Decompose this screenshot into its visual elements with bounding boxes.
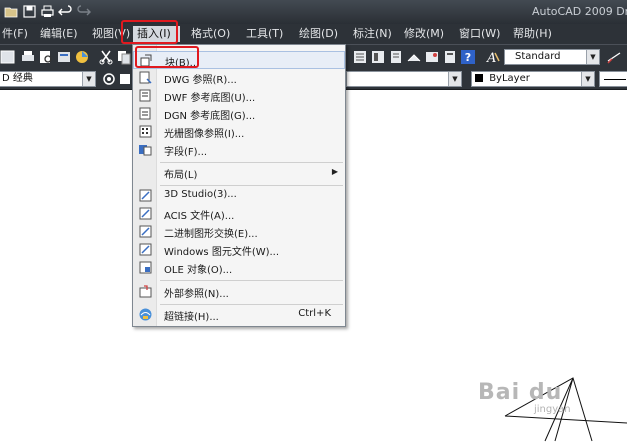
layer-select[interactable]: ▼ bbox=[346, 71, 462, 87]
sheet-set-icon[interactable] bbox=[406, 49, 422, 65]
dim-style-icon[interactable] bbox=[606, 49, 622, 65]
print-icon[interactable] bbox=[20, 49, 36, 65]
chevron-down-icon: ▼ bbox=[82, 72, 95, 86]
menu-draw[interactable]: 绘图(D) bbox=[295, 26, 342, 42]
menu-separator bbox=[160, 162, 343, 163]
svg-text:?: ? bbox=[465, 51, 471, 64]
publish-icon[interactable] bbox=[56, 49, 72, 65]
3dstudio-icon bbox=[138, 188, 153, 203]
menu-separator bbox=[160, 185, 343, 186]
submenu-arrow-icon: ▶ bbox=[331, 167, 338, 176]
menu-bar: 件(F) 编辑(E) 视图(V) 插入(I) 格式(O) 工具(T) 绘图(D)… bbox=[0, 24, 627, 44]
tool-palettes-icon[interactable] bbox=[388, 49, 404, 65]
print-icon[interactable] bbox=[40, 4, 55, 19]
menu-item-acis[interactable]: ACIS 文件(A)... bbox=[133, 205, 345, 223]
workspace-settings-icon[interactable] bbox=[101, 71, 117, 87]
save-icon[interactable] bbox=[0, 49, 16, 65]
dwg-ref-icon bbox=[138, 70, 153, 85]
color-select[interactable]: ByLayer ▼ bbox=[471, 71, 595, 87]
chevron-down-icon: ▼ bbox=[448, 72, 461, 86]
autocad-window: AutoCAD 2009 Draw 件(F) 编辑(E) 视图(V) 插入(I)… bbox=[0, 0, 627, 442]
color-swatch bbox=[475, 74, 483, 82]
help-icon[interactable]: ? bbox=[460, 49, 476, 65]
menu-file[interactable]: 件(F) bbox=[0, 26, 32, 42]
menu-item-field[interactable]: 字段(F)... bbox=[133, 141, 345, 159]
highlight-block-item bbox=[135, 46, 199, 68]
undo-icon[interactable] bbox=[58, 4, 73, 19]
text-style-select[interactable]: Standard ▼ bbox=[504, 49, 600, 65]
xref-icon bbox=[138, 284, 153, 299]
workspace-select[interactable]: D 经典 ▼ bbox=[0, 71, 96, 87]
watermark-sub: jingyan bbox=[534, 404, 571, 415]
menu-item-wmf[interactable]: Windows 图元文件(W)... bbox=[133, 241, 345, 259]
calculator-icon[interactable] bbox=[442, 49, 458, 65]
menu-item-xref[interactable]: 外部参照(N)... bbox=[133, 283, 345, 301]
chevron-down-icon: ▼ bbox=[586, 50, 599, 64]
raster-image-icon bbox=[138, 124, 153, 139]
menu-item-dwg-ref[interactable]: DWG 参照(R)... bbox=[133, 69, 345, 87]
menu-dimension[interactable]: 标注(N) bbox=[349, 26, 396, 42]
menu-format[interactable]: 格式(O) bbox=[187, 26, 234, 42]
menu-item-dxb[interactable]: 二进制图形交换(E)... bbox=[133, 223, 345, 241]
menu-separator bbox=[160, 304, 343, 305]
menu-modify[interactable]: 修改(M) bbox=[400, 26, 448, 42]
window-title: AutoCAD 2009 Draw bbox=[532, 5, 627, 18]
text-style-icon[interactable]: A bbox=[485, 49, 501, 65]
dgn-underlay-icon bbox=[138, 106, 153, 121]
3d-dwf-icon[interactable] bbox=[74, 49, 90, 65]
redo-icon[interactable] bbox=[76, 4, 91, 19]
plot-preview-icon[interactable] bbox=[38, 49, 54, 65]
acis-icon bbox=[138, 206, 153, 221]
menu-window[interactable]: 窗口(W) bbox=[455, 26, 504, 42]
field-icon bbox=[138, 142, 153, 157]
watermark-logo: Bai du bbox=[478, 380, 563, 405]
chevron-down-icon: ▼ bbox=[581, 72, 594, 86]
design-center-icon[interactable] bbox=[370, 49, 386, 65]
highlight-insert-menu bbox=[121, 20, 178, 44]
copy-icon[interactable] bbox=[116, 49, 132, 65]
save-icon[interactable] bbox=[22, 4, 37, 19]
menu-item-dgn-underlay[interactable]: DGN 参考底图(G)... bbox=[133, 105, 345, 123]
linetype-select[interactable] bbox=[599, 71, 627, 87]
menu-help[interactable]: 帮助(H) bbox=[509, 26, 556, 42]
markup-icon[interactable] bbox=[424, 49, 440, 65]
menu-item-hyperlink[interactable]: 超链接(H)... Ctrl+K bbox=[133, 306, 345, 324]
hyperlink-icon bbox=[138, 307, 153, 322]
properties-icon[interactable] bbox=[352, 49, 368, 65]
menu-item-layout[interactable]: 布局(L) ▶ bbox=[133, 164, 345, 182]
menu-item-3dstudio[interactable]: 3D Studio(3)... bbox=[133, 187, 345, 205]
menu-edit[interactable]: 编辑(E) bbox=[36, 26, 82, 42]
dxb-icon bbox=[138, 224, 153, 239]
dwf-underlay-icon bbox=[138, 88, 153, 103]
linetype-preview bbox=[604, 79, 626, 80]
title-bar: AutoCAD 2009 Draw bbox=[0, 0, 627, 24]
cut-icon[interactable] bbox=[98, 49, 114, 65]
menu-separator bbox=[160, 280, 343, 281]
ole-icon bbox=[138, 260, 153, 275]
insert-menu: 块(B)... DWG 参照(R)... DWF 参考底图(U)... DGN … bbox=[132, 44, 346, 327]
menu-item-dwf-underlay[interactable]: DWF 参考底图(U)... bbox=[133, 87, 345, 105]
wmf-icon bbox=[138, 242, 153, 257]
menu-item-ole[interactable]: OLE 对象(O)... bbox=[133, 259, 345, 277]
menu-tools[interactable]: 工具(T) bbox=[242, 26, 287, 42]
menu-item-raster-image[interactable]: 光栅图像参照(I)... bbox=[133, 123, 345, 141]
open-folder-icon[interactable] bbox=[4, 4, 19, 19]
